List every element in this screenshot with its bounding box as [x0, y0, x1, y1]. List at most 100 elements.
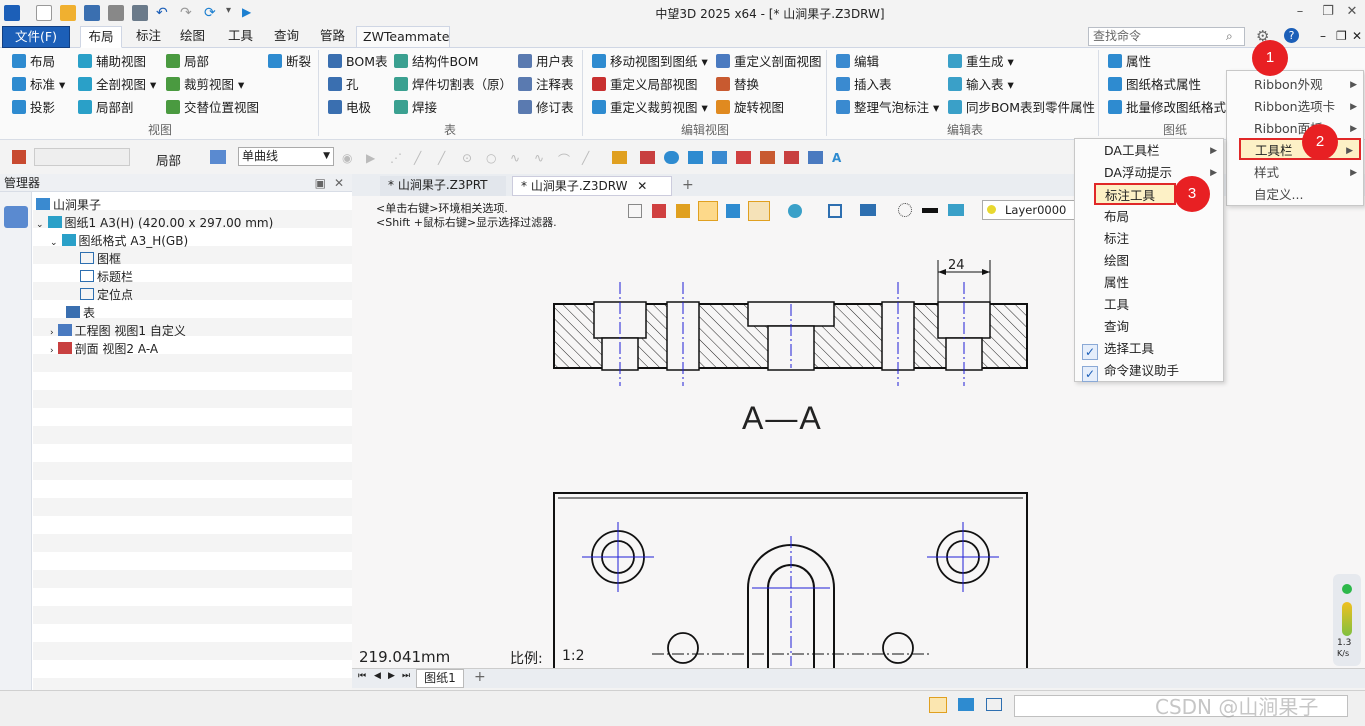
- status-monitor-icon[interactable]: [958, 698, 974, 711]
- menu-item-toolbars[interactable]: 工具栏 ▶: [1239, 138, 1361, 160]
- menu-item-annotate[interactable]: 标注: [1075, 228, 1223, 250]
- tree-item-sheet-format[interactable]: ⌄ 图纸格式 A3_H(GB): [50, 232, 402, 250]
- chevron-down-icon[interactable]: ⌄: [36, 220, 44, 230]
- tab-zwteammate[interactable]: ZWTeammate: [356, 26, 450, 48]
- weldment-cut-table-button[interactable]: 焊件切割表（原）: [394, 75, 512, 95]
- pick-icon[interactable]: [210, 150, 226, 164]
- print-preview-icon[interactable]: [132, 5, 148, 21]
- menu-item-properties[interactable]: 属性: [1075, 272, 1223, 294]
- quick-access-dropdown-icon[interactable]: ▾: [226, 5, 242, 21]
- tree-item-view2[interactable]: › 剖面 视图2 A-A: [50, 340, 402, 358]
- add-sheet-icon[interactable]: +: [474, 669, 486, 685]
- insert-table-button[interactable]: 插入表: [836, 75, 892, 95]
- doc-tab-part[interactable]: * 山涧果子.Z3PRT ✕: [380, 176, 506, 210]
- arrange-balloons-button[interactable]: 整理气泡标注 ▾: [836, 98, 939, 118]
- full-section-view-button[interactable]: 全剖视图 ▾: [78, 75, 156, 95]
- print-icon[interactable]: [108, 5, 124, 21]
- restore-icon[interactable]: ❐: [1318, 3, 1338, 21]
- last-sheet-icon[interactable]: ⏭: [402, 671, 410, 681]
- select-tool-icon[interactable]: ◉: [342, 151, 357, 165]
- tab-annotate[interactable]: 标注: [130, 26, 167, 48]
- close-icon[interactable]: ✕: [1342, 3, 1362, 21]
- chevron-right-icon[interactable]: ›: [50, 346, 54, 356]
- tree-item-sheet1[interactable]: ⌄ 图纸1 A3(H) (420.00 x 297.00 mm): [36, 214, 388, 232]
- prev-sheet-icon[interactable]: ◀: [374, 671, 381, 681]
- partial-section-button[interactable]: 局部剖: [78, 98, 134, 118]
- minimize-icon[interactable]: –: [1290, 3, 1310, 21]
- bom-table-button[interactable]: BOM表: [328, 52, 387, 72]
- help-icon[interactable]: ?: [1284, 28, 1299, 43]
- tab-piping[interactable]: 管路: [314, 26, 351, 48]
- add-tab-icon[interactable]: +: [674, 176, 702, 196]
- batch-modify-format-button[interactable]: 批量修改图纸格式: [1108, 98, 1226, 118]
- standard-view-button[interactable]: 标准 ▾: [12, 75, 65, 95]
- command-search-input[interactable]: 查找命令: [1088, 27, 1245, 46]
- revision-table-button[interactable]: 修订表: [518, 98, 574, 118]
- circle-center-icon[interactable]: ⊙: [462, 151, 477, 165]
- play-tool-icon[interactable]: ▶: [366, 151, 381, 165]
- close-icon[interactable]: ✕: [637, 179, 647, 193]
- tool-i-icon[interactable]: [808, 151, 823, 164]
- points-icon[interactable]: ⋰: [390, 151, 405, 165]
- properties-button[interactable]: 属性: [1108, 52, 1151, 72]
- doc-tab-drawing[interactable]: * 山涧果子.Z3DRW ✕: [512, 176, 672, 196]
- play-icon[interactable]: ▶: [242, 5, 258, 21]
- tool-h-icon[interactable]: [784, 151, 799, 164]
- filter-icon[interactable]: [12, 150, 26, 164]
- alternate-position-view-button[interactable]: 交替位置视图: [166, 98, 259, 118]
- tool-c-icon[interactable]: [664, 151, 679, 164]
- tab-query[interactable]: 查询: [268, 26, 305, 48]
- sync-bom-button[interactable]: 同步BOM表到零件属性: [948, 98, 1095, 118]
- menu-item-styles[interactable]: 样式 ▶: [1227, 162, 1363, 184]
- menu-item-selection-tools[interactable]: ✓ 选择工具: [1075, 338, 1223, 360]
- ribbon-minimize-icon[interactable]: –: [1320, 29, 1326, 43]
- layout-button[interactable]: 布局: [12, 52, 55, 72]
- undo-icon[interactable]: ↶: [156, 5, 172, 21]
- regenerate-button[interactable]: 重生成 ▾: [948, 52, 1014, 72]
- regenerate-icon[interactable]: ⟳: [204, 5, 220, 21]
- tool-g-icon[interactable]: [760, 151, 775, 164]
- save-icon[interactable]: [84, 5, 100, 21]
- new-file-icon[interactable]: [36, 5, 52, 21]
- slash-icon[interactable]: ╱: [582, 151, 597, 165]
- chevron-right-icon[interactable]: ›: [50, 328, 54, 338]
- dimension-24[interactable]: 24: [948, 258, 965, 273]
- tab-tools[interactable]: 工具: [222, 26, 259, 48]
- menu-item-command-suggest[interactable]: ✓ 命令建议助手: [1075, 360, 1223, 382]
- search-icon[interactable]: ⌕: [1226, 29, 1233, 44]
- crop-view-button[interactable]: 裁剪视图 ▾: [166, 75, 244, 95]
- tab-draw[interactable]: 绘图: [174, 26, 211, 48]
- projection-button[interactable]: 投影: [12, 98, 55, 118]
- redo-icon[interactable]: ↷: [180, 5, 196, 21]
- tool-f-icon[interactable]: [736, 151, 751, 164]
- filter-select[interactable]: [34, 148, 130, 166]
- panel-close-icon[interactable]: ✕: [334, 174, 344, 192]
- tree-root[interactable]: 山涧果子: [36, 196, 388, 214]
- status-list-icon[interactable]: [986, 698, 1002, 711]
- line-icon[interactable]: ╱: [414, 151, 429, 165]
- section-label[interactable]: A—A: [742, 400, 823, 437]
- menu-item-draw[interactable]: 绘图: [1075, 250, 1223, 272]
- spline-icon[interactable]: ∿: [510, 151, 525, 165]
- redefine-section-view-button[interactable]: 重定义剖面视图: [716, 52, 822, 72]
- ribbon-close-icon[interactable]: ✕: [1352, 29, 1362, 43]
- user-table-button[interactable]: 用户表: [518, 52, 574, 72]
- menu-item-ribbon-tabs[interactable]: Ribbon选项卡 ▶: [1227, 96, 1363, 118]
- tab-file[interactable]: 文件(F): [2, 26, 70, 48]
- drawing-manager-icon[interactable]: [4, 206, 28, 228]
- menu-item-ribbon-panels[interactable]: Ribbon面板 ▶: [1227, 118, 1363, 140]
- tab-layout[interactable]: 布局: [80, 26, 122, 48]
- arc-icon[interactable]: ⌒: [558, 151, 573, 167]
- panel-pin-icon[interactable]: ▣: [315, 174, 326, 192]
- auxiliary-view-button[interactable]: 辅助视图: [78, 52, 146, 72]
- move-view-to-sheet-button[interactable]: 移动视图到图纸 ▾: [592, 52, 708, 72]
- tool-a-icon[interactable]: [612, 151, 627, 164]
- curve-select-dropdown[interactable]: 单曲线 ▼: [238, 147, 334, 166]
- menu-item-da-toolbar[interactable]: DA工具栏 ▶: [1075, 140, 1223, 162]
- menu-item-annotation-tools[interactable]: 标注工具: [1094, 183, 1176, 205]
- detail-view-button[interactable]: 局部: [166, 52, 209, 72]
- line-2-icon[interactable]: ╱: [438, 151, 453, 165]
- note-table-button[interactable]: 注释表: [518, 75, 574, 95]
- tool-e-icon[interactable]: [712, 151, 727, 164]
- sheet-format-properties-button[interactable]: 图纸格式属性: [1108, 75, 1201, 95]
